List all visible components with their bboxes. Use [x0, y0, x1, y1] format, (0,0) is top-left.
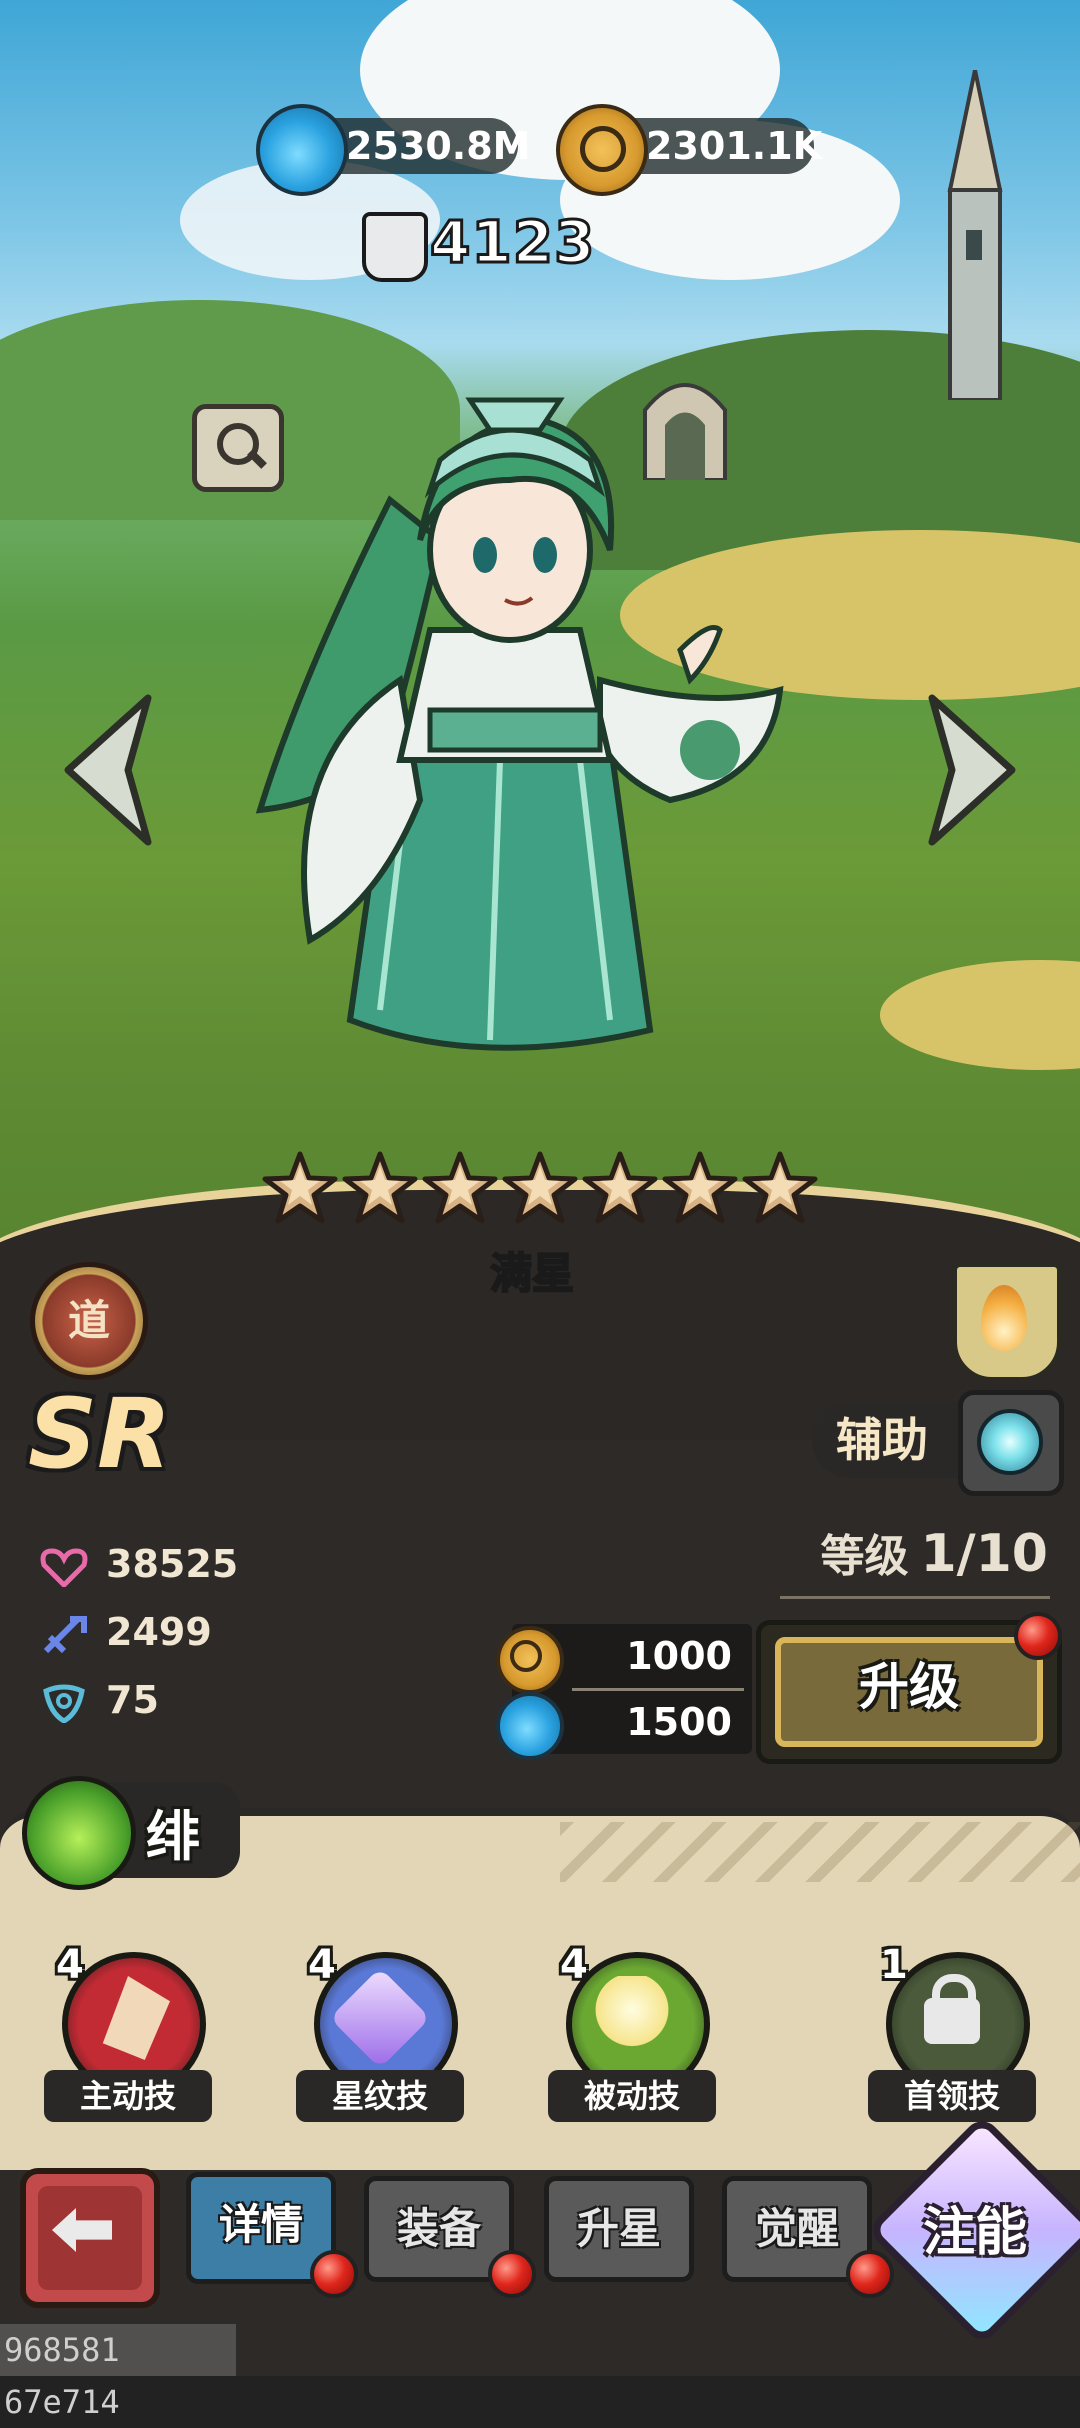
hp-value: 38525: [106, 1542, 239, 1586]
upgrade-button-label: 升级: [775, 1637, 1043, 1747]
skill-level: 4: [560, 1942, 588, 1988]
defense-value: 75: [106, 1678, 159, 1722]
next-hero-arrow-icon[interactable]: [922, 690, 1022, 850]
divider: [572, 1688, 744, 1691]
lightbulb-icon: [590, 1976, 674, 2060]
stat-defense: 75: [40, 1672, 159, 1728]
potion-amount: 2530.8M: [346, 124, 531, 168]
flame-banner-icon[interactable]: [952, 1262, 1062, 1382]
potion-icon: [256, 104, 348, 196]
combat-power: 4123: [362, 207, 596, 282]
back-button[interactable]: [20, 2168, 160, 2308]
combat-power-value: 4123: [428, 207, 596, 278]
build-id: 968581 67e714: [0, 2324, 236, 2421]
tab-notification-dot: [846, 2250, 894, 2298]
rarity-badge: SR: [28, 1378, 172, 1490]
tab-notification-dot: [310, 2250, 358, 2298]
lock-shackle: [932, 1974, 976, 2010]
support-role-icon[interactable]: [958, 1390, 1064, 1496]
castle-tower: [930, 69, 1020, 402]
skill-label: 被动技: [548, 2070, 716, 2122]
level-value: 1/10: [920, 1524, 1048, 1584]
star-icon: [422, 1151, 498, 1224]
coin-amount: 2301.1K: [646, 124, 823, 168]
shield-icon: [43, 1684, 85, 1723]
tab-star-up[interactable]: 升星: [544, 2176, 694, 2282]
star-icon: [262, 1151, 338, 1224]
skill-level: 1: [880, 1942, 908, 1988]
skill-label: 主动技: [44, 2070, 212, 2122]
level-display: 等级 1/10: [820, 1520, 1048, 1584]
star-icon: [742, 1151, 818, 1224]
tab-notification-dot: [488, 2250, 536, 2298]
role-label: 辅助: [812, 1402, 982, 1478]
hero-character[interactable]: [240, 380, 860, 1080]
coin-icon: [556, 104, 648, 196]
skill-passive[interactable]: 4 被动技: [542, 1942, 722, 2122]
skill-level: 4: [308, 1942, 336, 1988]
star-status-label: 满星: [489, 1248, 575, 1299]
skill-label: 首领技: [868, 2070, 1036, 2122]
sword-icon: [43, 1615, 87, 1653]
skill-leader[interactable]: 1 首领技: [862, 1942, 1042, 2122]
star-icon: [502, 1151, 578, 1224]
star-icon: [342, 1151, 418, 1224]
level-label: 等级: [820, 1531, 909, 1582]
star-icon: [582, 1151, 658, 1224]
prev-hero-arrow-icon[interactable]: [58, 690, 158, 850]
heart-icon: [40, 1547, 88, 1587]
hero-name: 绯: [146, 1805, 200, 1868]
inject-label: 注能: [922, 2203, 1027, 2263]
faction-badge[interactable]: 道: [30, 1262, 148, 1380]
coin-cost: 1000: [626, 1634, 732, 1678]
skill-star-pattern[interactable]: 4 星纹技: [290, 1942, 470, 2122]
panel-decoration: [560, 1822, 1080, 1882]
skill-label: 星纹技: [296, 2070, 464, 2122]
divider: [780, 1596, 1050, 1599]
upgrade-notification-dot: [1014, 1612, 1062, 1660]
skill-level: 4: [56, 1942, 84, 1988]
upgrade-cost: 1000 1500: [496, 1624, 752, 1760]
stat-attack: 2499: [40, 1604, 212, 1660]
skill-active[interactable]: 4 主动技: [38, 1942, 218, 2122]
coin-cost-icon: [496, 1626, 564, 1694]
potion-cost-icon: [496, 1692, 564, 1760]
coin-resource[interactable]: 2301.1K: [556, 104, 822, 196]
sand-path: [880, 960, 1080, 1070]
stat-hp: 38525: [40, 1536, 238, 1592]
star-rating: [262, 1150, 818, 1226]
element-swirl-icon: [22, 1776, 136, 1890]
star-icon: [662, 1151, 738, 1224]
potion-resource[interactable]: 2530.8M: [256, 104, 530, 196]
attack-value: 2499: [106, 1610, 212, 1654]
combat-power-icon: [362, 212, 428, 282]
potion-cost: 1500: [626, 1700, 732, 1744]
